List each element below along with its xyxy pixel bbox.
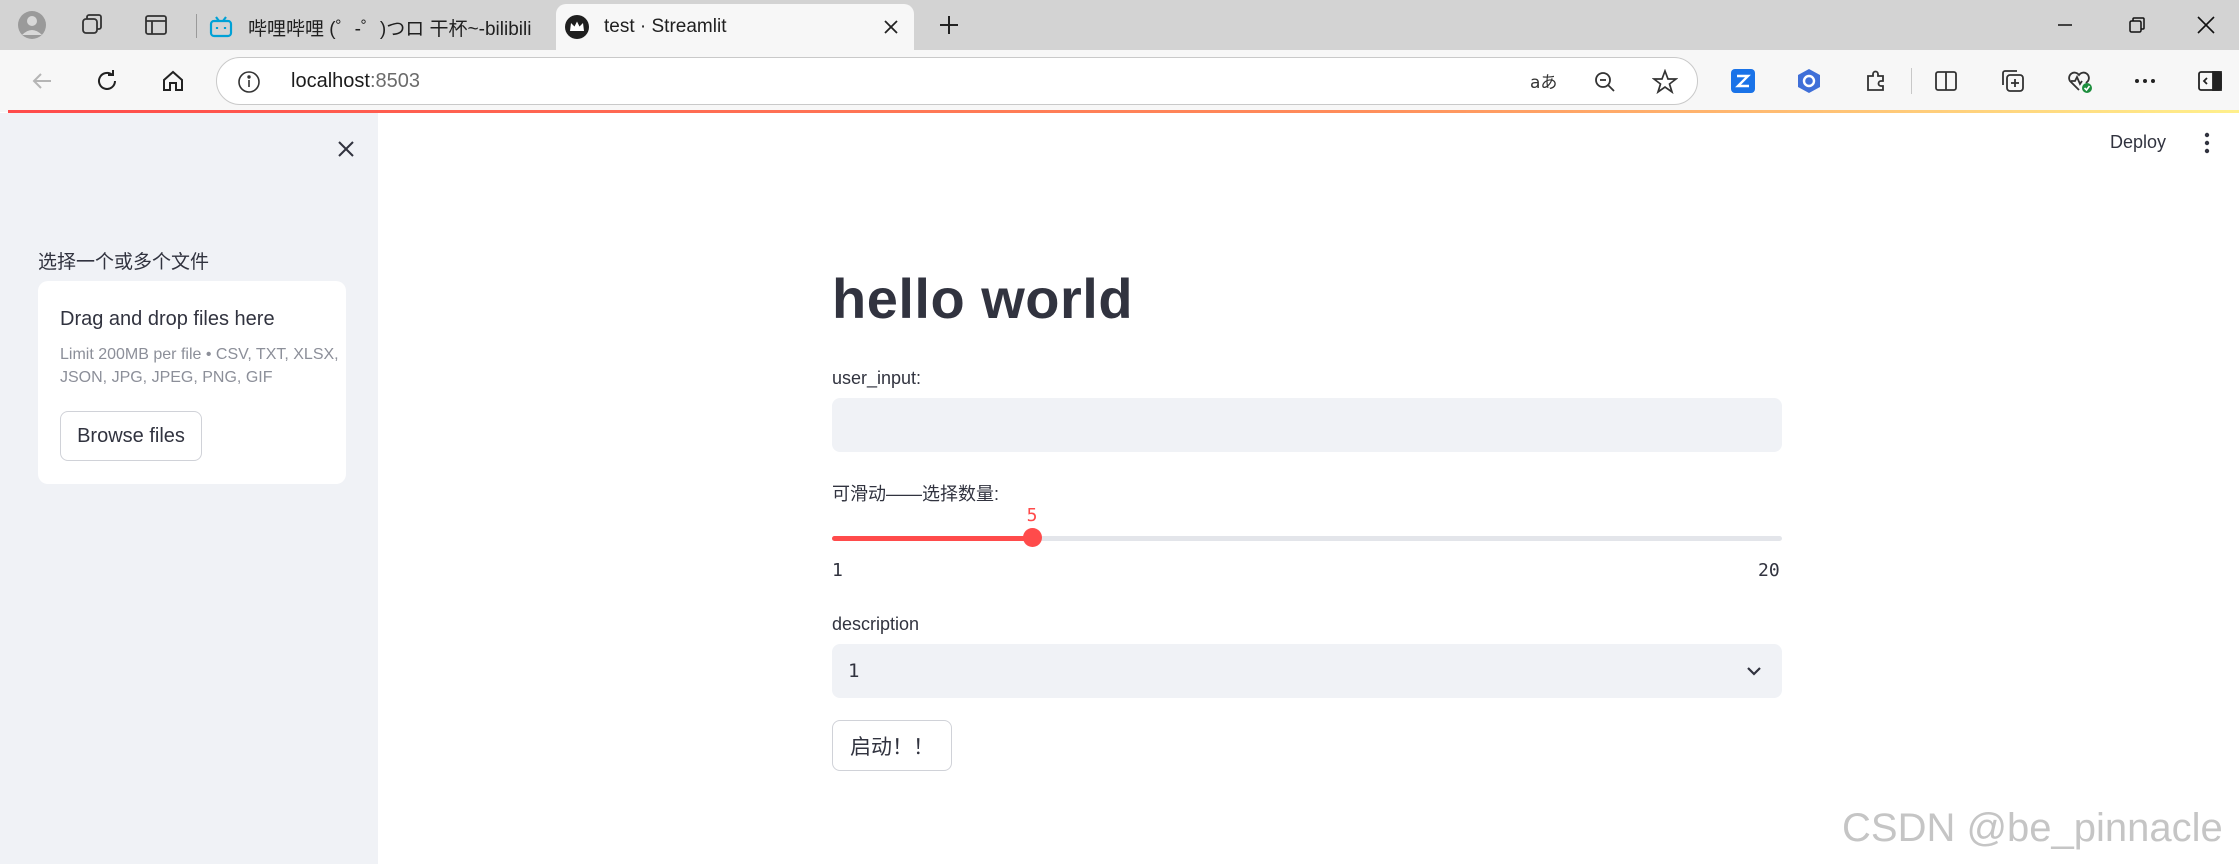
extension-hex-icon[interactable] <box>1789 62 1829 100</box>
tab-title: test · Streamlit <box>604 16 727 37</box>
slider-label: 可滑动——选择数量: <box>832 484 1000 504</box>
tab-streamlit[interactable]: test · Streamlit <box>556 4 914 50</box>
user-input-label: user_input: <box>832 368 922 388</box>
extensions-puzzle-icon[interactable] <box>1856 62 1896 100</box>
watermark-text: CSDN @be_pinnacle <box>1842 806 2223 850</box>
bilibili-icon <box>208 14 234 40</box>
back-arrow-icon[interactable] <box>22 62 62 100</box>
url-text: localhost:8503 <box>291 70 420 92</box>
description-select[interactable]: 1 <box>832 644 1782 698</box>
refresh-icon[interactable] <box>87 62 127 100</box>
tab-separator <box>196 14 197 38</box>
site-info-icon[interactable] <box>237 70 261 94</box>
extension-z-icon[interactable] <box>1723 62 1763 100</box>
tab-bilibili[interactable]: 哔哩哔哩 (゜-゜)つロ 干杯~-bilibili <box>200 4 552 50</box>
browse-files-button[interactable]: Browse files <box>60 411 202 461</box>
more-options-icon[interactable] <box>2125 62 2165 100</box>
main-menu-icon[interactable] <box>2195 130 2219 156</box>
dropzone-limit-text: Limit 200MB per file • CSV, TXT, XLSX, J… <box>60 346 339 386</box>
restore-window-icon[interactable] <box>2107 5 2167 45</box>
slider-value: 5 <box>1026 505 1038 526</box>
toolbar-divider <box>1911 68 1912 94</box>
page-title: hello world <box>832 267 1134 330</box>
file-dropzone[interactable]: Drag and drop files here Limit 200MB per… <box>38 281 346 484</box>
profile-avatar-icon[interactable] <box>13 7 51 43</box>
chevron-down-icon <box>1742 659 1766 683</box>
svg-text:aあ: aあ <box>1530 73 1557 93</box>
browser-essentials-icon[interactable] <box>2060 62 2100 100</box>
favorite-star-icon[interactable] <box>1649 67 1681 97</box>
streamlit-crown-icon <box>564 14 590 40</box>
user-input-field[interactable] <box>832 398 1782 452</box>
streamlit-sidebar: 选择一个或多个文件 Drag and drop files here Limit… <box>0 113 378 864</box>
split-screen-icon[interactable] <box>1926 62 1966 100</box>
collections-icon[interactable] <box>1993 62 2033 100</box>
minimize-window-icon[interactable] <box>2035 5 2095 45</box>
slider-max-label: 20 <box>1758 560 1780 581</box>
deploy-button[interactable]: Deploy <box>2110 132 2166 153</box>
zoom-out-icon[interactable] <box>1589 67 1621 97</box>
browser-tab-strip: 哔哩哔哩 (゜-゜)つロ 干杯~-bilibili test · Streaml… <box>0 0 2239 50</box>
read-aloud-icon[interactable]: aあ <box>1527 67 1559 97</box>
close-sidebar-icon[interactable] <box>330 133 362 165</box>
vertical-tabs-icon[interactable] <box>137 7 175 43</box>
slider-min-label: 1 <box>832 560 843 581</box>
workspaces-icon[interactable] <box>74 7 112 43</box>
home-icon[interactable] <box>153 62 193 100</box>
browser-toolbar: localhost:8503 aあ <box>0 50 2239 112</box>
dropzone-title: Drag and drop files here <box>60 308 275 330</box>
description-label: description <box>832 614 920 634</box>
select-value: 1 <box>848 660 860 682</box>
new-tab-button[interactable] <box>930 7 968 43</box>
slider-thumb[interactable] <box>1022 528 1042 547</box>
slider-track[interactable] <box>832 536 1782 541</box>
close-window-icon[interactable] <box>2176 5 2236 45</box>
slider-fill <box>832 536 1032 541</box>
tab-title: 哔哩哔哩 (゜-゜)つロ 干杯~-bilibili <box>248 18 532 40</box>
file-uploader-label: 选择一个或多个文件 <box>38 252 210 273</box>
close-tab-icon[interactable] <box>876 12 906 42</box>
launch-button[interactable]: 启动！！ <box>832 720 952 771</box>
address-bar[interactable]: localhost:8503 aあ <box>216 57 1698 105</box>
sidebar-toggle-icon[interactable] <box>2190 62 2230 100</box>
